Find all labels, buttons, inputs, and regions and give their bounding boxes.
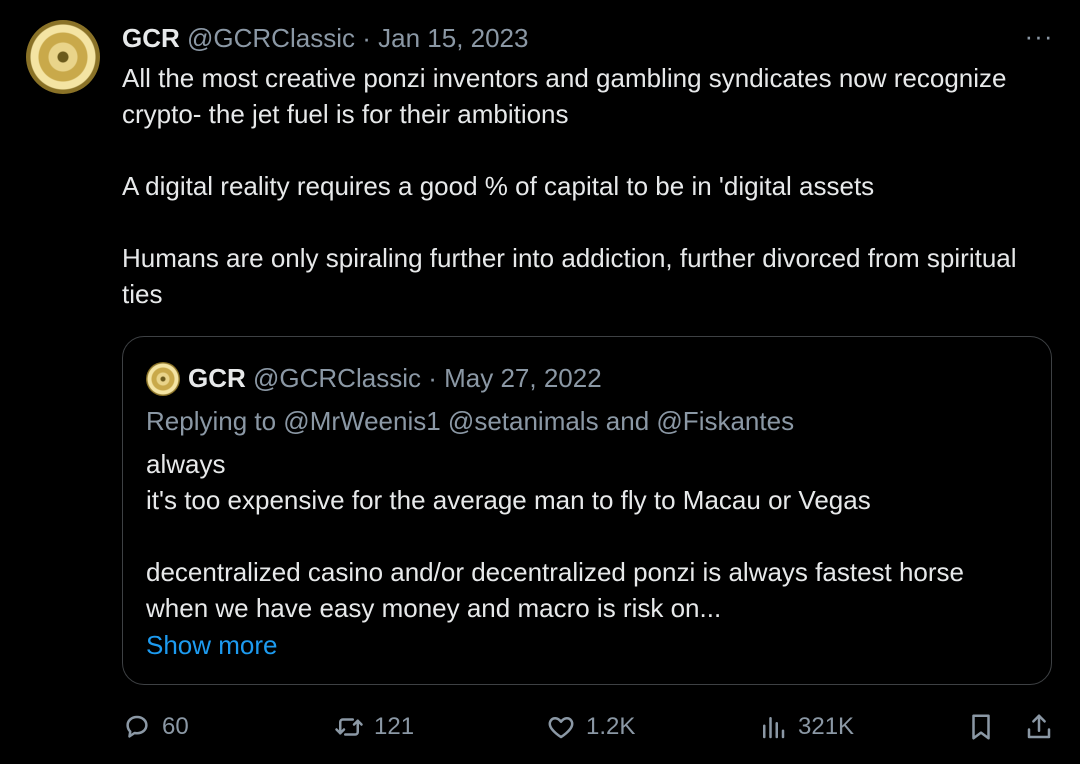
quote-paragraph: always it's too expensive for the averag… xyxy=(146,449,871,515)
like-count: 1.2K xyxy=(586,713,636,740)
views-button[interactable]: 321K xyxy=(758,706,854,748)
tweet-header: GCR @GCRClassic · Jan 15, 2023 xyxy=(122,22,528,54)
reply-button[interactable]: 60 xyxy=(122,706,189,748)
share-icon xyxy=(1027,714,1051,739)
tweet-paragraph: Humans are only spiraling further into a… xyxy=(122,243,1017,309)
reply-count: 60 xyxy=(162,713,189,740)
more-icon[interactable]: ··· xyxy=(1022,23,1056,49)
views-count: 321K xyxy=(798,713,855,740)
quote-avatar xyxy=(146,362,180,396)
quote-header: GCR @GCRClassic · May 27, 2022 xyxy=(188,362,602,394)
quote-author-handle: @GCRClassic xyxy=(253,363,421,393)
quote-paragraph: decentralized casino and/or decentralize… xyxy=(146,557,965,623)
quote-date: May 27, 2022 xyxy=(444,363,602,393)
views-icon xyxy=(763,717,785,739)
bookmark-button[interactable] xyxy=(966,712,996,742)
avatar[interactable] xyxy=(26,20,100,94)
tweet-date[interactable]: Jan 15, 2023 xyxy=(378,23,528,53)
replying-to: Replying to @MrWeenis1 @setanimals and @… xyxy=(146,406,795,436)
bookmark-icon xyxy=(972,714,990,740)
action-bar: 60 121 1.2K 321K xyxy=(0,706,1080,748)
repost-count: 121 xyxy=(374,713,415,740)
repost-button[interactable]: 121 xyxy=(334,706,414,748)
like-button[interactable]: 1.2K xyxy=(546,706,635,748)
share-button[interactable] xyxy=(1024,712,1054,742)
tweet-paragraph: All the most creative ponzi inventors an… xyxy=(122,63,1007,129)
separator: · xyxy=(362,23,371,53)
heart-icon xyxy=(548,717,574,739)
quote-author-name: GCR xyxy=(188,363,246,393)
repost-icon xyxy=(335,718,363,736)
quote-separator: · xyxy=(428,363,437,393)
tweet-paragraph: A digital reality requires a good % of c… xyxy=(122,171,875,201)
show-more-link[interactable]: Show more xyxy=(146,628,278,662)
author-handle[interactable]: @GCRClassic xyxy=(187,23,355,53)
reply-icon xyxy=(126,715,148,738)
quote-text: always it's too expensive for the averag… xyxy=(146,446,1026,626)
author-name[interactable]: GCR xyxy=(122,23,180,53)
tweet-text: All the most creative ponzi inventors an… xyxy=(122,60,1022,312)
